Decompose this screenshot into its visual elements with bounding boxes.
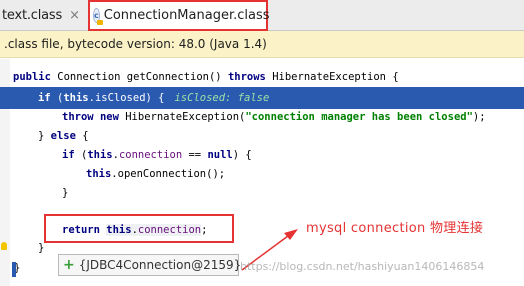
keyword: this [87,149,113,161]
code-text: HibernateException( [118,111,246,123]
code-text: ( [74,149,88,161]
caret-marker [12,262,16,277]
tab-label: ConnectionManager.class [103,8,270,23]
lightbulb-icon[interactable] [1,242,7,250]
code-text: ); [472,111,486,123]
return-highlight-box [44,214,234,243]
code-line: } [0,182,524,204]
keyword: new [99,111,119,123]
close-icon[interactable]: × [69,9,80,22]
class-icon-letter: c [94,11,99,20]
string-literal: "connection manager has been closed" [245,111,473,123]
code-text: .openConnection(); [111,168,226,180]
code-text: } [38,242,45,254]
code-text: ) { [232,149,252,161]
code-text: } [62,187,69,199]
inline-debug-value: isClosed: false [174,92,270,104]
code-text: HibernateException { [265,71,399,83]
tab-text-class[interactable]: text.class × [0,0,86,30]
keyword: this [86,168,112,180]
popup-value: {JDBC4Connection@2159} [78,258,242,272]
code-text: Connection getConnection() [50,71,228,83]
keyword: if [38,92,51,104]
code-text: ( [50,92,64,104]
lock-icon [96,20,103,25]
code-text: { [75,130,89,142]
code-text: == [182,149,208,161]
keyword: throw [62,111,94,123]
annotation-text: mysql connection 物理连接 [306,221,484,236]
keyword: null [207,149,233,161]
keyword: this [63,92,89,104]
code-text: } [38,130,51,142]
tab-connection-manager-class[interactable]: c ConnectionManager.class [88,0,270,31]
editor-tab-bar: text.class × c ConnectionManager.class [0,0,524,31]
keyword: if [62,149,75,161]
code-editor[interactable]: public Connection getConnection() throws… [0,59,524,286]
code-line: public Connection getConnection() throws… [0,66,524,88]
field-name: connection [118,149,183,161]
tab-label: text.class [2,7,63,23]
class-file-icon: c [93,8,103,25]
field-name: isClosed [94,92,146,104]
ide-window: text.class × c ConnectionManager.class .… [0,0,524,286]
keyword: throws [227,71,266,83]
code-text: ) { [145,92,165,104]
bytecode-info-banner: .class file, bytecode version: 48.0 (Jav… [0,31,524,58]
keyword: public [13,71,51,83]
expand-plus-icon[interactable]: + [63,254,75,276]
keyword: else [50,130,76,142]
watermark: https://blog.csdn.net/hashiyuan140614685… [240,260,485,273]
debug-value-popup[interactable]: + {JDBC4Connection@2159} [58,254,242,276]
